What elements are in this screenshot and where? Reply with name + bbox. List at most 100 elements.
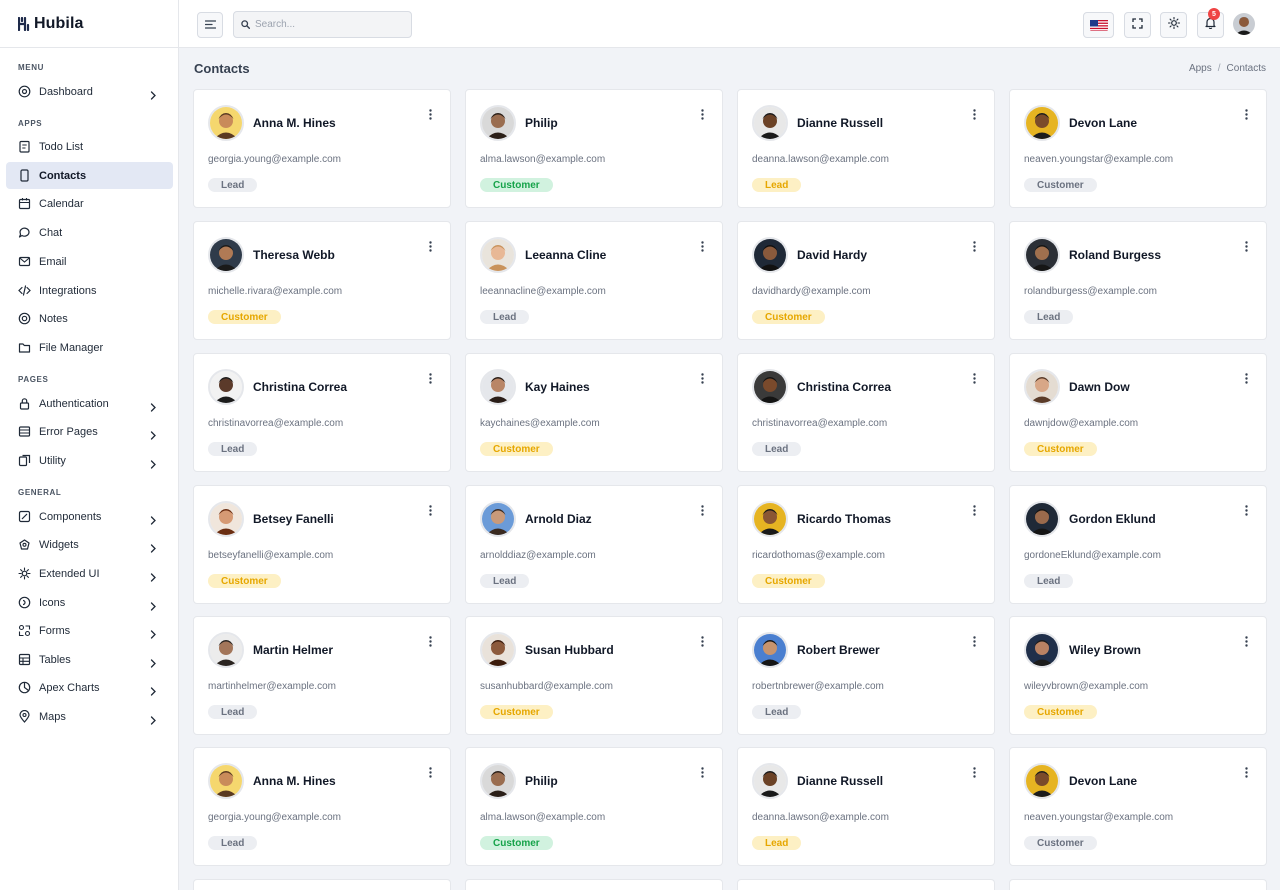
search-input[interactable] [255,19,405,30]
notifications-button[interactable]: 5 [1197,8,1224,38]
sidebar-item-chat[interactable]: Chat [6,219,173,246]
contact-card[interactable]: Christina Correa christinavorrea@example.… [737,353,995,472]
contact-card[interactable]: Devon Lane neaven.youngstar@example.com Cu… [1009,747,1267,866]
sidebar-item-error-pages[interactable]: Error Pages [6,418,173,445]
more-options-icon[interactable] [968,503,980,517]
contact-card[interactable]: Susan Hubbard susanhubbard@example.com Cus… [465,616,723,735]
more-options-icon[interactable] [696,107,708,121]
contact-avatar [752,501,788,537]
contact-avatar [480,369,516,405]
sidebar-item-file-manager[interactable]: File Manager [6,334,173,361]
more-options-icon[interactable] [1240,503,1252,517]
more-options-icon[interactable] [424,765,436,779]
sidebar-item-contacts[interactable]: Contacts [6,162,173,189]
contact-email: michelle.rivara@example.com [208,286,343,297]
contact-card[interactable]: Ricardo Thomas ricardothomas@example.com C… [737,485,995,604]
sidebar-item-icons[interactable]: Icons [6,589,173,616]
more-options-icon[interactable] [1240,765,1252,779]
user-avatar[interactable] [1233,13,1255,35]
lock-icon [18,397,31,410]
contact-card[interactable]: Robert Brewer robertnbrewer@example.com Le… [737,616,995,735]
contact-card[interactable] [465,879,723,890]
error-icon [18,425,31,438]
more-options-icon[interactable] [1240,634,1252,648]
contact-card[interactable]: David Hardy davidhardy@example.com Custome… [737,221,995,340]
contact-card[interactable]: Dianne Russell deanna.lawson@example.com L… [737,89,995,208]
more-options-icon[interactable] [968,765,980,779]
sidebar-item-components[interactable]: Components [6,503,173,530]
contact-card[interactable] [193,879,451,890]
contact-avatar [1024,501,1060,537]
sidebar-item-notes[interactable]: Notes [6,305,173,332]
sidebar-item-utility[interactable]: Utility [6,447,173,474]
fullscreen-button[interactable] [1124,12,1151,38]
more-options-icon[interactable] [696,503,708,517]
menu-toggle-button[interactable] [197,12,223,38]
contact-card[interactable] [1009,879,1267,890]
contact-avatar [480,105,516,141]
theme-toggle-button[interactable] [1160,12,1187,38]
more-options-icon[interactable] [1240,107,1252,121]
sidebar-item-integrations[interactable]: Integrations [6,277,173,304]
more-options-icon[interactable] [1240,239,1252,253]
sidebar-item-email[interactable]: Email [6,248,173,275]
status-badge: Lead [1024,574,1074,588]
breadcrumb-apps-link[interactable]: Apps [1189,63,1212,74]
brand[interactable]: Hubila [0,0,178,48]
contact-card[interactable]: Leeanna Cline leeannacline@example.com Lea… [465,221,723,340]
chevron-right-icon [149,87,157,100]
more-options-icon[interactable] [968,239,980,253]
sidebar-item-todo-list[interactable]: Todo List [6,133,173,160]
contact-card[interactable]: Anna M. Hines georgia.young@example.com Le… [193,747,451,866]
more-options-icon[interactable] [696,371,708,385]
more-options-icon[interactable] [1240,371,1252,385]
sidebar-item-calendar[interactable]: Calendar [6,190,173,217]
more-options-icon[interactable] [424,503,436,517]
contact-card[interactable]: Dawn Dow dawnjdow@example.com Customer [1009,353,1267,472]
status-badge: Lead [208,178,258,192]
more-options-icon[interactable] [696,239,708,253]
more-options-icon[interactable] [968,634,980,648]
sidebar-item-widgets[interactable]: Widgets [6,531,173,558]
contact-name: David Hardy [797,248,868,262]
more-options-icon[interactable] [424,634,436,648]
more-options-icon[interactable] [968,371,980,385]
search-box[interactable] [233,11,412,38]
contact-card[interactable]: Philip alma.lawson@example.com Customer [465,747,723,866]
sidebar-item-apex-charts[interactable]: Apex Charts [6,674,173,701]
contact-name: Arnold Diaz [525,512,592,526]
more-options-icon[interactable] [696,634,708,648]
contact-card[interactable]: Betsey Fanelli betseyfanelli@example.com C… [193,485,451,604]
more-options-icon[interactable] [696,765,708,779]
contact-name: Philip [525,116,558,130]
more-options-icon[interactable] [424,239,436,253]
contact-card[interactable]: Christina Correa christinavorrea@example.… [193,353,451,472]
sidebar-item-tables[interactable]: Tables [6,646,173,673]
contact-email: susanhubbard@example.com [480,681,614,692]
contact-card[interactable]: Kay Haines kaychaines@example.com Customer [465,353,723,472]
chevron-right-icon [149,598,157,611]
contact-card[interactable]: Anna M. Hines georgia.young@example.com Le… [193,89,451,208]
sidebar-item-maps[interactable]: Maps [6,703,173,730]
contact-card[interactable]: Martin Helmer martinhelmer@example.com Lea… [193,616,451,735]
sidebar-item-authentication[interactable]: Authentication [6,390,173,417]
contact-card[interactable] [737,879,995,890]
contact-card[interactable]: Dianne Russell deanna.lawson@example.com L… [737,747,995,866]
more-options-icon[interactable] [968,107,980,121]
status-badge: Lead [480,574,530,588]
language-button[interactable] [1083,12,1114,38]
sidebar-item-extended-ui[interactable]: Extended UI [6,560,173,587]
contact-card[interactable]: Roland Burgess rolandburgess@example.com L… [1009,221,1267,340]
more-options-icon[interactable] [424,107,436,121]
contact-card[interactable]: Theresa Webb michelle.rivara@example.com C… [193,221,451,340]
contact-card[interactable]: Arnold Diaz arnolddiaz@example.com Lead [465,485,723,604]
contact-card[interactable]: Wiley Brown wileyvbrown@example.com Custom… [1009,616,1267,735]
sidebar-item-forms[interactable]: Forms [6,617,173,644]
contact-card[interactable]: Philip alma.lawson@example.com Customer [465,89,723,208]
sidebar-item-dashboard[interactable]: Dashboard [6,78,173,105]
contact-email: neaven.youngstar@example.com [1024,154,1174,165]
more-options-icon[interactable] [424,371,436,385]
contact-card[interactable]: Gordon Eklund gordoneEklund@example.com Le… [1009,485,1267,604]
section-pages: PAGES [18,375,49,384]
contact-card[interactable]: Devon Lane neaven.youngstar@example.com Cu… [1009,89,1267,208]
